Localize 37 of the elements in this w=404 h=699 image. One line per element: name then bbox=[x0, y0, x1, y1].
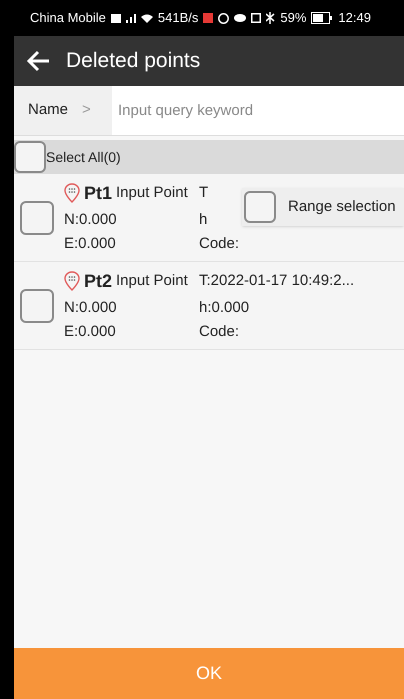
carrier-name: China Mobile bbox=[30, 9, 106, 28]
wifi-icon bbox=[140, 14, 153, 22]
east-value: E:0.000 bbox=[64, 234, 117, 254]
range-selection-popup[interactable]: Range selection bbox=[242, 188, 404, 226]
select-all-checkbox[interactable] bbox=[14, 141, 46, 173]
point-name: Pt2 bbox=[84, 270, 112, 292]
point-checkbox[interactable] bbox=[20, 288, 54, 322]
height-value: h:0.000 bbox=[199, 298, 250, 318]
bluetooth-icon bbox=[266, 12, 276, 24]
east-value: E:0.000 bbox=[64, 322, 117, 342]
north-value: N:0.000 bbox=[64, 298, 118, 318]
point-type: Input Point bbox=[116, 270, 188, 291]
search-field[interactable]: Input query keyword bbox=[112, 86, 404, 135]
point-time: T:2022-01-17 10:49:2... bbox=[199, 270, 354, 291]
screen-title: Deleted points bbox=[66, 48, 200, 74]
height-value: h bbox=[199, 210, 208, 230]
point-time: T bbox=[199, 182, 210, 203]
signal-icon bbox=[126, 14, 136, 22]
point-checkbox[interactable] bbox=[20, 200, 54, 234]
chevron-text: > bbox=[82, 100, 92, 120]
select-all-label: Select All(0) bbox=[46, 148, 121, 167]
select-all-row[interactable]: Select All(0) bbox=[14, 140, 404, 174]
point-name: Pt1 bbox=[84, 182, 112, 204]
code-value: Code: bbox=[199, 234, 240, 254]
north-value: N:0.000 bbox=[64, 210, 118, 230]
battery-icon bbox=[311, 12, 334, 24]
field-selector[interactable]: Name bbox=[14, 99, 82, 122]
back-arrow-icon[interactable] bbox=[26, 50, 50, 72]
point-type: Input Point bbox=[116, 182, 188, 203]
map-pin-icon bbox=[64, 271, 80, 291]
clock: 12:49 bbox=[338, 9, 371, 28]
map-pin-icon bbox=[64, 183, 80, 203]
code-value: Code: bbox=[199, 322, 240, 342]
range-selection-label: Range selection bbox=[288, 196, 396, 217]
range-selection-checkbox[interactable] bbox=[244, 191, 276, 223]
network-speed: 541B/s bbox=[158, 9, 198, 28]
battery-percent: 59% bbox=[280, 9, 306, 28]
